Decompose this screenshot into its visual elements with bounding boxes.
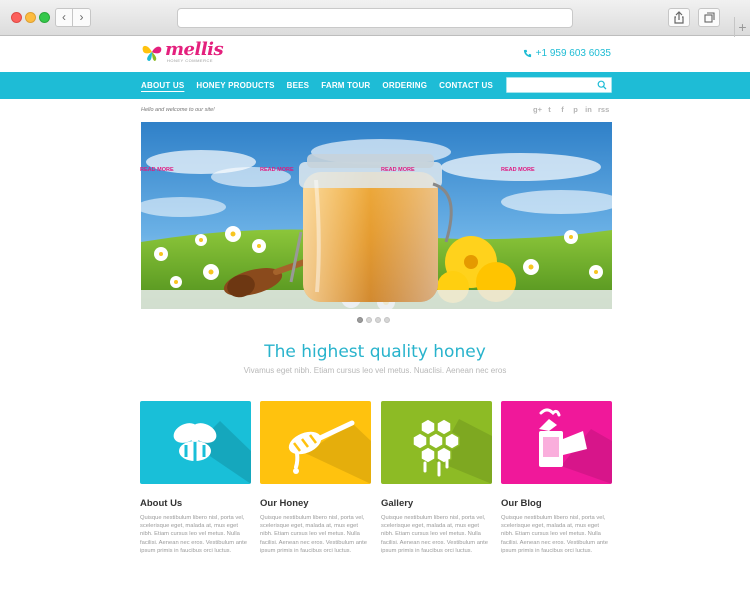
nav-item-about-us[interactable]: About Us bbox=[141, 81, 184, 90]
forward-button[interactable]: › bbox=[73, 8, 91, 27]
search-input[interactable] bbox=[507, 81, 595, 96]
card-title: Gallery bbox=[381, 498, 414, 509]
search-icon[interactable] bbox=[597, 80, 607, 90]
phone-number: +1 959 603 6035 bbox=[535, 48, 611, 59]
intro-subtitle: Vivamus eget nibh. Etiam cursus leo vel … bbox=[243, 366, 507, 375]
nav-item-contact-us[interactable]: Contact Us bbox=[439, 81, 493, 90]
google-plus-icon[interactable]: g+ bbox=[533, 105, 542, 114]
phone-icon bbox=[523, 49, 531, 58]
nav-item-farm-tour[interactable]: Farm Tour bbox=[321, 81, 370, 90]
feature-card-about-us: About Us Quisque nestibulum libero nisl,… bbox=[140, 401, 251, 555]
card-title: Our Blog bbox=[501, 498, 542, 509]
read-more-link-gallery[interactable]: Read More bbox=[381, 167, 415, 173]
slider-dot-2[interactable] bbox=[366, 317, 372, 323]
feature-card-gallery: Gallery Quisque nestibulum libero nisl, … bbox=[381, 401, 492, 555]
welcome-text: Hello and welcome to our site! bbox=[141, 107, 215, 113]
linkedin-icon[interactable]: in bbox=[585, 105, 592, 114]
tabs-icon bbox=[704, 12, 715, 23]
card-title: About Us bbox=[140, 498, 183, 509]
read-more-link-about-us[interactable]: Read More bbox=[140, 167, 174, 173]
share-button[interactable] bbox=[668, 8, 690, 27]
nav-item-bees[interactable]: Bees bbox=[287, 81, 310, 90]
card-text: Quisque nestibulum libero nisl, porta ve… bbox=[140, 515, 247, 554]
address-bar[interactable] bbox=[177, 8, 573, 28]
butterfly-logo-icon bbox=[142, 45, 162, 61]
header-phone[interactable]: +1 959 603 6035 bbox=[523, 48, 611, 59]
facebook-icon[interactable]: f bbox=[559, 105, 566, 114]
honey-dipper-icon bbox=[288, 420, 371, 484]
minimize-window-button[interactable] bbox=[25, 12, 36, 23]
slider-dot-4[interactable] bbox=[384, 317, 390, 323]
share-icon bbox=[674, 11, 684, 24]
slider-dot-1[interactable] bbox=[357, 317, 363, 323]
nav-item-ordering[interactable]: Ordering bbox=[382, 81, 427, 90]
back-button[interactable]: ‹ bbox=[55, 8, 73, 27]
search-box bbox=[506, 77, 612, 96]
bee-smoker-icon bbox=[539, 408, 612, 484]
new-tab-button[interactable]: + bbox=[734, 17, 750, 37]
card-text: Quisque nestibulum libero nisl, porta ve… bbox=[260, 515, 367, 554]
feature-card-our-blog: Our Blog Quisque nestibulum libero nisl,… bbox=[501, 401, 612, 555]
intro-title: The highest quality honey bbox=[264, 342, 486, 362]
rss-icon[interactable]: rss bbox=[598, 105, 609, 114]
card-title: Our Honey bbox=[260, 498, 309, 509]
twitter-icon[interactable]: t bbox=[546, 105, 553, 114]
honeycomb-icon bbox=[412, 418, 492, 484]
browser-toolbar: ‹ › + bbox=[0, 0, 750, 37]
about-us-tile[interactable] bbox=[140, 401, 251, 484]
nav-item-honey-products[interactable]: Honey Products bbox=[196, 81, 274, 90]
site-logo[interactable]: mellis HONEY COMMERCE bbox=[141, 39, 231, 66]
slider-dot-3[interactable] bbox=[375, 317, 381, 323]
show-tabs-button[interactable] bbox=[698, 8, 720, 27]
logo-wordmark: mellis bbox=[165, 39, 224, 60]
close-window-button[interactable] bbox=[11, 12, 22, 23]
gallery-tile[interactable] bbox=[381, 401, 492, 484]
feature-card-our-honey: Our Honey Quisque nestibulum libero nisl… bbox=[260, 401, 371, 555]
hero-slider[interactable] bbox=[141, 122, 612, 309]
maximize-window-button[interactable] bbox=[39, 12, 50, 23]
card-text: Quisque nestibulum libero nisl, porta ve… bbox=[381, 515, 488, 554]
main-navigation: About Us Honey Products Bees Farm Tour O… bbox=[0, 72, 750, 99]
card-text: Quisque nestibulum libero nisl, porta ve… bbox=[501, 515, 608, 554]
logo-tagline: HONEY COMMERCE bbox=[167, 58, 214, 63]
hero-image-honey-jar bbox=[141, 122, 612, 309]
bee-icon bbox=[173, 421, 251, 484]
social-links: g+ t f p in rss bbox=[533, 105, 609, 114]
our-blog-tile[interactable] bbox=[501, 401, 612, 484]
read-more-link-our-blog[interactable]: Read More bbox=[501, 167, 535, 173]
our-honey-tile[interactable] bbox=[260, 401, 371, 484]
read-more-link-our-honey[interactable]: Read More bbox=[260, 167, 294, 173]
pinterest-icon[interactable]: p bbox=[572, 105, 579, 114]
slider-pagination bbox=[357, 317, 390, 323]
